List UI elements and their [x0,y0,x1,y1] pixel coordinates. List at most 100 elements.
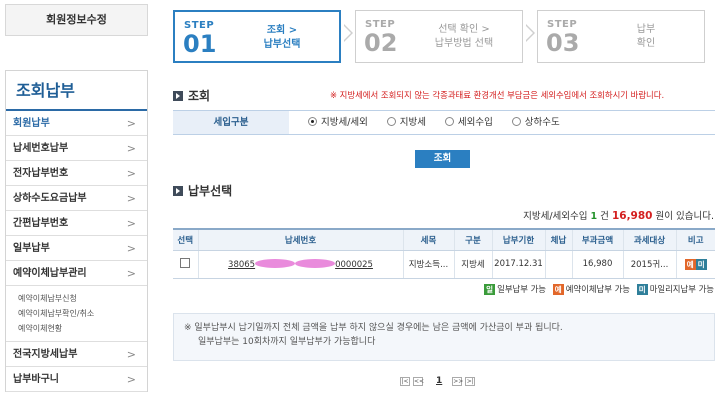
result-summary: 지방세/세외수입 1 건 16,980 원이 있습니다. [523,208,714,222]
radio-label: 지방세/세외 [321,117,368,128]
step-arrow-icon [343,24,353,42]
step-arrow-icon [525,24,535,42]
step-text: 납부 확인 [594,23,698,51]
next-page-button[interactable]: >> [452,376,463,386]
result-amount: 16,980 [611,210,653,222]
reserve-badge-icon: 예 [684,258,696,270]
search-title-text: 조회 [188,89,211,103]
menu-item-label: 납세번호납부 [13,143,69,154]
step-number: 02 [364,29,398,57]
menu-item-reserve-management[interactable]: 예약이체납부관리 > [6,261,147,286]
menu-item-electronic-number[interactable]: 전자납부번호 > [6,161,147,186]
chevron-right-icon: > [126,242,136,255]
menu-item-label: 전자납부번호 [13,168,69,179]
member-info-edit-button[interactable]: 회원정보수정 [5,4,148,36]
radio-option-nontax[interactable]: 세외수입 [444,111,493,134]
mileage-badge-icon: 미 [695,258,707,270]
step-3: STEP 03 납부 확인 [537,10,705,63]
menu-item-water-bill[interactable]: 상하수도요금납부 > [6,186,147,211]
partial-payment-info-box: ※ 일부납부시 납기일까지 전체 금액을 납부 하지 않으실 경우에는 남은 금… [173,313,715,361]
legend-mileage: 미 마일리지납부 가능 [636,284,714,295]
menu-item-member-payment[interactable]: 회원납부 > [6,111,147,136]
radio-label: 세외수입 [457,117,493,128]
due-date-cell: 2017.12.31 [491,250,545,279]
step-text-line2: 납부선택 [263,39,301,50]
menu-item-label: 일부납부 [13,243,50,254]
menu-item-payment-basket[interactable]: 납부바구니 > [6,367,147,392]
menu-item-simple-number[interactable]: 간편납부번호 > [6,211,147,236]
radio-button[interactable] [444,117,454,126]
submenu-item-reserve-confirm[interactable]: 예약이체납부확인/취소 [18,306,147,321]
taxno-cell: 38065 0000025 [197,250,403,279]
menu-item-label: 납부바구니 [13,374,59,385]
menu-item-label: 전국지방세납부 [13,349,78,360]
section-bullet-icon [173,91,183,101]
reserve-badge-icon: 예 [552,284,564,295]
submenu-item-reserve-apply[interactable]: 예약이체납부신청 [18,291,147,306]
step-text-line1: 납부 [636,24,656,35]
info-line-1: ※ 일부납부시 납기일까지 전체 금액을 납부 하지 않으실 경우에는 남은 금… [184,323,563,333]
menu-item-label: 상하수도요금납부 [13,193,87,204]
col-header-tax-item: 세목 [402,229,454,251]
menu-item-national-tax[interactable]: 전국지방세납부 > [6,342,147,367]
left-column: 회원정보수정 조회납부 회원납부 > 납세번호납부 > 전자납부번호 > 상하수… [0,0,148,401]
chevron-right-icon: > [126,217,136,230]
submenu: 예약이체납부신청 예약이체납부확인/취소 예약이체현황 [6,286,147,342]
info-line-2: 일부납부는 10회차까지 일부납부가 가능합니다 [198,337,376,347]
radio-button[interactable] [386,117,396,126]
first-page-button[interactable]: |< [400,376,410,386]
prev-page-button[interactable]: << [413,376,424,386]
step-text: 조회 > 납부선택 [231,24,333,52]
legend-mileage-text: 마일리지납부 가능 [649,284,714,294]
col-header-arrears: 체납 [544,229,572,251]
taxno-link[interactable]: 38065 0000025 [228,258,373,270]
step-text-line1: 선택 확인 > [438,24,490,35]
category-cell: 지방세 [453,250,492,279]
table-row: 38065 0000025 지방소득... 지방세 2017.12.31 16,9… [173,250,715,279]
badge-legend: 일 일부납부 가능 예 예약이체납부 가능 미 마일리지납부 가능 [480,283,714,295]
chevron-right-icon: > [126,348,136,361]
step-number: 03 [546,29,580,57]
radio-label: 지방세 [399,117,427,128]
legend-reserve: 예 예약이체납부 가능 [552,284,631,295]
target-cell: 2015귀... [622,250,676,279]
chevron-right-icon: > [126,167,136,180]
payment-select-section-title: 납부선택 [173,182,232,199]
submenu-item-reserve-status[interactable]: 예약이체현황 [18,321,147,336]
step-1: STEP 01 조회 > 납부선택 [173,10,341,63]
step-number: 01 [183,30,217,58]
revenue-type-radio-group: 지방세/세외 지방세 세외수입 상하수도 [308,111,576,134]
radio-button[interactable] [308,117,317,126]
result-count: 1 [590,211,598,222]
col-header-remarks: 비고 [675,229,715,251]
payment-table: 선택 납세번호 세목 구분 납부기한 체납 부과금액 과세대상 비고 38065… [173,228,715,279]
select-cell [173,250,198,279]
revenue-type-label: 세입구분 [173,111,289,134]
radio-option-local-nontax[interactable]: 지방세/세외 [308,111,368,134]
chevron-right-icon: > [126,267,136,280]
legend-partial: 일 일부납부 가능 [484,284,546,295]
amount-cell: 16,980 [571,250,623,279]
radio-button[interactable] [511,117,521,126]
col-header-select: 선택 [173,229,198,251]
redaction-blot [295,258,336,268]
menu-item-taxno-payment[interactable]: 납세번호납부 > [6,136,147,161]
chevron-right-icon: > [126,117,136,130]
menu-item-label: 회원납부 [13,118,50,129]
step-text: 선택 확인 > 납부방법 선택 [412,23,516,51]
radio-option-water[interactable]: 상하수도 [511,111,560,134]
col-header-due-date: 납부기한 [491,229,545,251]
page-number-1[interactable]: 1 [436,376,442,386]
col-header-target: 과세대상 [622,229,676,251]
row-select-checkbox[interactable] [180,257,191,268]
section-bullet-icon [173,186,183,196]
last-page-button[interactable]: >| [465,376,476,386]
remarks-cell: 예미 [675,250,715,279]
menu-item-partial-payment[interactable]: 일부납부 > [6,236,147,261]
search-button[interactable]: 조회 [415,150,470,168]
search-section-title: 조회 [173,87,210,104]
radio-option-local[interactable]: 지방세 [386,111,427,134]
legend-reserve-text: 예약이체납부 가능 [565,284,631,294]
menu-item-label: 예약이체납부관리 [13,268,87,279]
search-notice: ※ 지방세에서 조회되지 않는 각종과태료 환경개선 부담금은 세외수입에서 조… [330,90,665,100]
